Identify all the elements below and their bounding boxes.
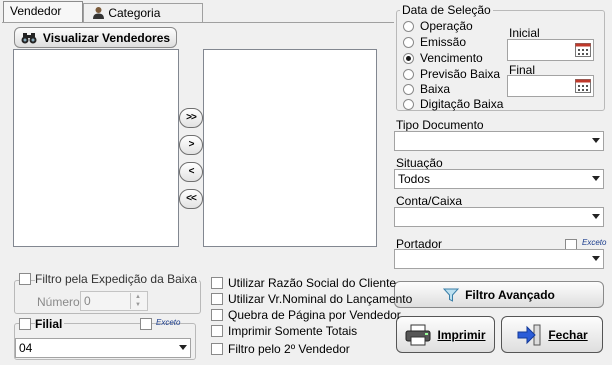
tipo-documento-label: Tipo Documento <box>396 118 484 132</box>
move-all-right-button[interactable]: >> <box>179 108 203 128</box>
somente-totais-checkbox[interactable] <box>211 325 223 337</box>
radio-circle <box>403 98 414 110</box>
numero-value: 0 <box>84 294 91 308</box>
chevron-down-icon <box>179 345 187 350</box>
chevron-down-icon <box>592 176 600 181</box>
radio-label: Previsão Baixa <box>420 67 501 81</box>
radio-previsao-baixa[interactable]: Previsão Baixa <box>403 66 500 82</box>
spin-up-icon[interactable]: ▲ <box>130 293 145 301</box>
calendar-icon[interactable] <box>575 43 591 57</box>
radio-emissao[interactable]: Emissão <box>403 34 466 50</box>
radio-circle <box>403 68 414 80</box>
numero-label: Número <box>37 295 80 309</box>
razao-social-checkbox[interactable] <box>211 277 223 289</box>
filial-label: Filial <box>35 317 65 331</box>
radio-circle-selected <box>403 52 414 64</box>
person-icon <box>93 7 104 19</box>
filtro-avancado-label: Filtro Avançado <box>465 287 555 302</box>
move-left-button[interactable]: < <box>179 162 203 182</box>
tab-categoria-cliente[interactable]: Categoria Cliente <box>83 3 203 39</box>
situacao-select[interactable]: Todos <box>394 169 604 189</box>
radio-circle <box>403 83 414 95</box>
radio-baixa[interactable]: Baixa <box>403 81 450 97</box>
somente-totais-label: Imprimir Somente Totais <box>228 324 358 338</box>
radio-circle <box>403 36 414 48</box>
move-right-button[interactable]: > <box>179 135 203 155</box>
filtro-expedicao-checkbox[interactable] <box>19 273 31 285</box>
filial-checkbox[interactable] <box>19 318 31 330</box>
radio-operacao[interactable]: Operação <box>403 18 473 34</box>
chevron-down-icon <box>592 214 600 219</box>
chevron-down-icon <box>592 256 600 261</box>
binoculars-icon <box>21 32 37 43</box>
situacao-label: Situação <box>396 156 443 170</box>
tipo-documento-select[interactable] <box>394 131 604 151</box>
radio-label: Digitação Baixa <box>420 97 504 111</box>
radio-circle <box>403 20 414 32</box>
filter-icon <box>443 288 460 302</box>
fechar-button[interactable]: Fechar <box>501 316 603 353</box>
visualizar-vendedores-button[interactable]: Visualizar Vendedores <box>14 27 177 48</box>
printer-icon <box>405 324 431 345</box>
razao-social-label: Utilizar Razão Social do Cliente <box>228 276 397 290</box>
data-selecao-title: Data de Seleção <box>400 3 493 17</box>
filial-exceto-label: Exceto <box>156 318 181 327</box>
radio-label: Vencimento <box>420 51 483 65</box>
tab-vendedor[interactable]: Vendedor <box>3 1 83 22</box>
move-all-left-button[interactable]: << <box>179 189 203 209</box>
radio-label: Operação <box>420 19 473 33</box>
radio-vencimento[interactable]: Vencimento <box>403 50 483 66</box>
tab-divider <box>2 22 394 23</box>
fechar-label: Fechar <box>548 327 588 342</box>
imprimir-label: Imprimir <box>437 327 486 342</box>
combo-value: Todos <box>398 172 431 186</box>
vendedores-disponiveis-list[interactable] <box>13 49 179 247</box>
filtro-expedicao-label: Filtro pela Expedição da Baixa <box>35 272 200 286</box>
inicial-label: Inicial <box>509 26 540 40</box>
segundo-vendedor-checkbox[interactable] <box>211 343 223 355</box>
conta-caixa-select[interactable] <box>394 207 604 227</box>
quebra-pagina-checkbox[interactable] <box>211 309 223 321</box>
exit-arrow-icon <box>517 324 541 345</box>
vr-nominal-checkbox[interactable] <box>211 293 223 305</box>
calendar-icon[interactable] <box>575 79 591 93</box>
portador-select[interactable] <box>394 249 604 269</box>
segundo-vendedor-label: Filtro pelo 2º Vendedor <box>228 342 350 356</box>
spin-down-icon[interactable]: ▼ <box>130 301 145 309</box>
vendedores-selecionados-list[interactable] <box>203 49 377 247</box>
tab-vendedor-label: Vendedor <box>10 4 62 18</box>
quebra-pagina-label: Quebra de Página por Vendedor <box>228 308 401 322</box>
vr-nominal-label: Utilizar Vr.Nominal do Lançamento <box>228 292 413 306</box>
filial-exceto-checkbox[interactable] <box>140 318 152 330</box>
radio-label: Baixa <box>420 82 451 96</box>
numero-input[interactable]: 0 ▲ ▼ <box>80 291 148 311</box>
conta-caixa-label: Conta/Caixa <box>396 194 463 208</box>
radio-digitacao-baixa[interactable]: Digitação Baixa <box>403 96 503 112</box>
filtro-avancado-button[interactable]: Filtro Avançado <box>394 281 604 308</box>
imprimir-button[interactable]: Imprimir <box>396 316 495 353</box>
visualizar-label: Visualizar Vendedores <box>42 30 171 45</box>
portador-exceto-label: Exceto <box>582 238 607 247</box>
combo-value: 04 <box>19 341 33 355</box>
filial-select[interactable]: 04 <box>15 338 191 358</box>
chevron-down-icon <box>592 138 600 143</box>
radio-label: Emissão <box>420 35 467 49</box>
